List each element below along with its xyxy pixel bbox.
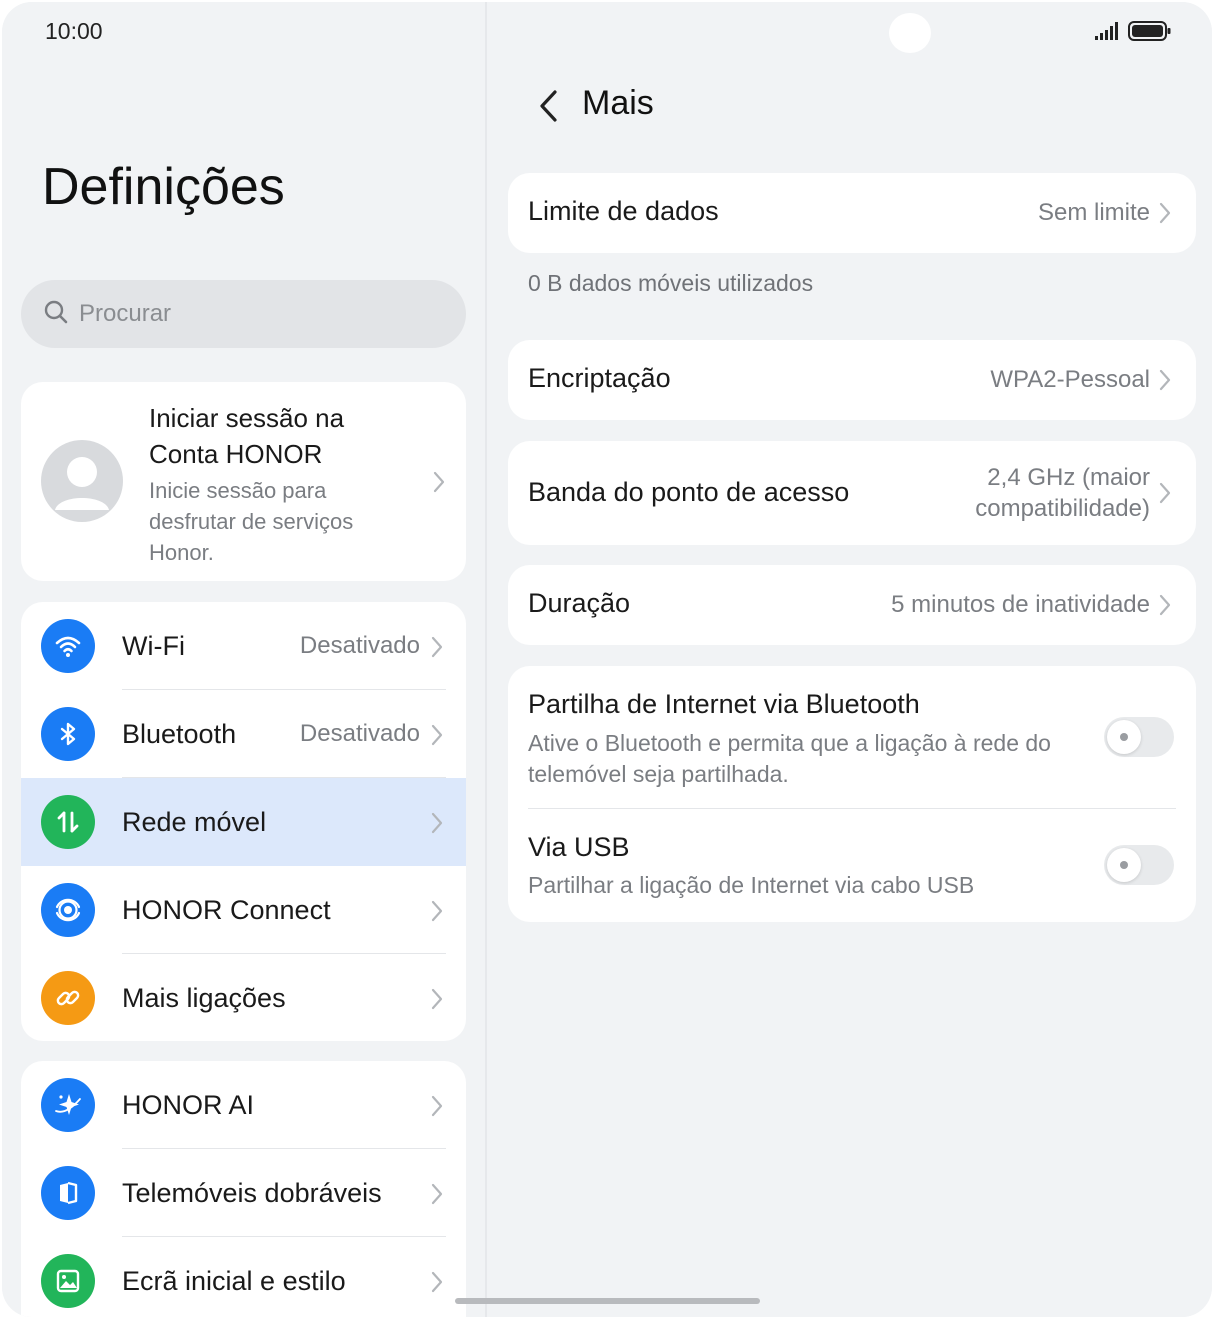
usb-tethering-item[interactable]: Via USB Partilhar a ligação de Internet … bbox=[508, 809, 1196, 922]
honor-connect-icon bbox=[41, 883, 95, 937]
page-title: Definições bbox=[42, 158, 285, 216]
account-card[interactable]: Iniciar sessão na Conta HONOR Inicie ses… bbox=[21, 382, 466, 581]
sidebar-item-more-connections[interactable]: Mais ligações bbox=[21, 954, 466, 1041]
account-title: Iniciar sessão na Conta HONOR bbox=[149, 403, 345, 469]
device-frame: 10:00 Definições Procurar Iniciar sessão… bbox=[2, 2, 1212, 1317]
usb-tethering-description: Partilhar a ligação de Internet via cabo… bbox=[528, 872, 975, 898]
sidebar-item-foldable-phones[interactable]: Telemóveis dobráveis bbox=[21, 1149, 466, 1237]
bluetooth-tethering-description: Ative o Bluetooth e permita que a ligaçã… bbox=[528, 730, 1051, 787]
sidebar-item-mobile-network[interactable]: Rede móvel bbox=[21, 778, 466, 866]
chevron-right-icon bbox=[430, 723, 444, 752]
sidebar-item-label: HONOR AI bbox=[122, 1090, 255, 1120]
duration-label: Duração bbox=[528, 588, 631, 618]
pane-title: Mais bbox=[582, 84, 654, 122]
bluetooth-tethering-label: Partilha de Internet via Bluetooth bbox=[528, 689, 920, 719]
toggle-knob bbox=[1107, 720, 1141, 754]
features-group: HONOR AI Telemóveis dobráveis Ecrã inici… bbox=[21, 1061, 466, 1317]
account-subtitle: Inicie sessão para desfrutar de serviços… bbox=[149, 478, 354, 565]
bluetooth-tethering-item[interactable]: Partilha de Internet via Bluetooth Ative… bbox=[508, 666, 1196, 809]
wifi-icon bbox=[41, 619, 95, 673]
hotspot-band-value: 2,4 GHz (maior compatibilidade) bbox=[975, 462, 1150, 524]
chevron-right-icon bbox=[1158, 201, 1172, 230]
toggle-knob bbox=[1107, 848, 1141, 882]
chevron-right-icon bbox=[1158, 481, 1172, 510]
wifi-status: Desativado bbox=[299, 632, 420, 659]
encryption-item[interactable]: Encriptação WPA2-Pessoal bbox=[508, 340, 1196, 420]
sidebar-item-label: Rede móvel bbox=[122, 807, 267, 837]
status-icons bbox=[1094, 20, 1172, 47]
hotspot-band-item[interactable]: Banda do ponto de acesso 2,4 GHz (maior … bbox=[508, 441, 1196, 545]
status-time: 10:00 bbox=[45, 18, 103, 44]
data-limit-label: Limite de dados bbox=[528, 196, 719, 226]
detail-pane: Mais Limite de dados Sem limite 0 B dado… bbox=[487, 2, 1212, 1317]
wallpaper-icon bbox=[41, 1254, 95, 1308]
sidebar-item-label: Bluetooth bbox=[122, 719, 237, 749]
data-limit-value: Sem limite bbox=[1037, 199, 1150, 226]
sidebar-item-honor-connect[interactable]: HONOR Connect bbox=[21, 866, 466, 954]
data-usage-text: 0 B dados móveis utilizados bbox=[528, 270, 814, 296]
signal-icon bbox=[1094, 21, 1120, 46]
bluetooth-status: Desativado bbox=[299, 720, 420, 747]
chevron-right-icon bbox=[430, 1094, 444, 1123]
hotspot-band-value-line1: 2,4 GHz (maior bbox=[987, 464, 1150, 491]
camera-cutout bbox=[889, 13, 931, 53]
chevron-right-icon bbox=[1158, 368, 1172, 397]
search-input[interactable]: Procurar bbox=[21, 280, 466, 348]
chevron-right-icon bbox=[1158, 593, 1172, 622]
sidebar-item-home-screen-style[interactable]: Ecrã inicial e estilo bbox=[21, 1237, 466, 1317]
chevron-right-icon bbox=[430, 1270, 444, 1299]
avatar-icon bbox=[41, 440, 123, 522]
bluetooth-tethering-toggle[interactable] bbox=[1104, 717, 1174, 757]
battery-icon bbox=[1128, 20, 1172, 47]
ai-sparkle-icon bbox=[41, 1078, 95, 1132]
sidebar-item-honor-ai[interactable]: HONOR AI bbox=[21, 1061, 466, 1149]
usb-tethering-label: Via USB bbox=[528, 832, 630, 862]
back-button[interactable] bbox=[535, 88, 565, 124]
chevron-right-icon bbox=[432, 470, 446, 499]
search-placeholder: Procurar bbox=[79, 300, 172, 327]
chevron-right-icon bbox=[430, 635, 444, 664]
chevron-right-icon bbox=[430, 899, 444, 928]
sidebar-item-label: Wi-Fi bbox=[122, 631, 185, 661]
sidebar-item-label: Ecrã inicial e estilo bbox=[122, 1266, 346, 1296]
sidebar-item-wifi[interactable]: Wi-Fi Desativado bbox=[21, 602, 466, 690]
hotspot-band-value-line2: compatibilidade) bbox=[975, 495, 1150, 522]
chevron-right-icon bbox=[430, 987, 444, 1016]
sidebar-item-label: Mais ligações bbox=[122, 983, 286, 1013]
tethering-card: Partilha de Internet via Bluetooth Ative… bbox=[508, 666, 1196, 922]
connectivity-group: Wi-Fi Desativado Bluetooth Desativado Re… bbox=[21, 602, 466, 1041]
link-icon bbox=[41, 971, 95, 1025]
duration-value: 5 minutos de inatividade bbox=[891, 591, 1150, 618]
bluetooth-icon bbox=[41, 707, 95, 761]
encryption-label: Encriptação bbox=[528, 363, 671, 393]
chevron-right-icon bbox=[430, 1182, 444, 1211]
hotspot-band-label: Banda do ponto de acesso bbox=[528, 477, 850, 507]
sidebar-item-label: HONOR Connect bbox=[122, 895, 331, 925]
search-icon bbox=[43, 299, 69, 330]
duration-item[interactable]: Duração 5 minutos de inatividade bbox=[508, 565, 1196, 645]
chevron-right-icon bbox=[430, 811, 444, 840]
home-indicator[interactable] bbox=[455, 1298, 760, 1304]
sidebar-item-label: Telemóveis dobráveis bbox=[122, 1178, 382, 1208]
mobile-network-icon bbox=[41, 795, 95, 849]
foldable-phone-icon bbox=[41, 1166, 95, 1220]
encryption-value: WPA2-Pessoal bbox=[990, 366, 1150, 393]
settings-pane: 10:00 Definições Procurar Iniciar sessão… bbox=[2, 2, 485, 1317]
usb-tethering-toggle[interactable] bbox=[1104, 845, 1174, 885]
sidebar-item-bluetooth[interactable]: Bluetooth Desativado bbox=[21, 690, 466, 778]
data-limit-item[interactable]: Limite de dados Sem limite bbox=[508, 173, 1196, 253]
